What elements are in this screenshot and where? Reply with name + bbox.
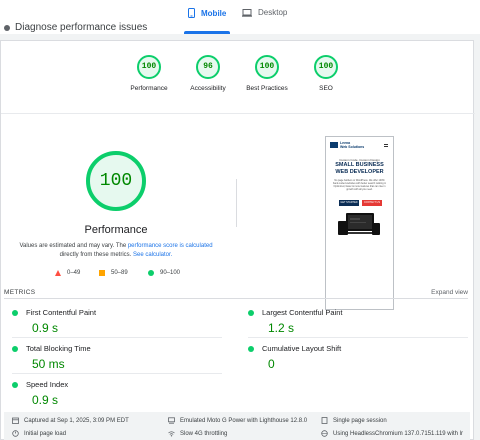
metric-cls: Cumulative Layout Shift 0 [248, 344, 448, 371]
metric-value: 1.2 s [268, 321, 295, 335]
final-screenshot: Leena Web Solutions Custom Code, Custom D… [325, 136, 394, 310]
metric-name: Cumulative Layout Shift [262, 344, 342, 353]
pass-circle-icon [12, 345, 18, 352]
calculator-link[interactable]: See calculator. [133, 252, 172, 258]
performance-title: Performance [84, 224, 148, 236]
logo-mark-icon [330, 142, 338, 148]
device-text: Emulated Moto G Power with Lighthouse 12… [180, 417, 308, 424]
bullet-icon [4, 24, 10, 31]
captured-at: Captured at Sep 1, 2025, 3:09 PM EDT [12, 417, 129, 424]
throttling: Slow 4G throttling [168, 430, 227, 437]
row-divider [12, 373, 222, 374]
triangle-icon [55, 270, 61, 276]
score-gauge: 100 [314, 55, 338, 79]
calendar-icon [12, 417, 19, 424]
tab-mobile-label: Mobile [201, 8, 227, 18]
metric-si: Speed Index 0.9 s [12, 380, 212, 407]
captured-text: Captured at Sep 1, 2025, 3:09 PM EDT [24, 417, 129, 424]
metric-name: First Contentful Paint [26, 308, 97, 317]
score-gauge: 96 [196, 55, 220, 79]
hamburger-icon [384, 144, 388, 147]
score-gauge: 100 [255, 55, 279, 79]
metric-value: 0.9 s [32, 393, 59, 407]
site-body: No page builders or WordPress. We offer … [332, 179, 387, 191]
initial-text: Initial page load [24, 430, 67, 437]
session-text: Single page session [333, 417, 387, 424]
performance-note: Values are estimated and may vary. The p… [15, 242, 217, 260]
site-cta-primary: GET STARTED [339, 200, 359, 206]
pass-circle-icon [248, 345, 254, 352]
legend-range: 50–89 [111, 270, 128, 276]
metric-name: Total Blocking Time [26, 344, 91, 353]
square-icon [99, 270, 105, 276]
timer-icon [12, 430, 19, 437]
legend-range: 90–100 [160, 270, 181, 276]
devices-illustration [338, 213, 380, 235]
site-cta-secondary: CONTACT US [362, 200, 382, 206]
note-text: Values are estimated and may vary. The [19, 243, 128, 249]
circle-icon [148, 270, 154, 276]
category-label: SEO [319, 85, 333, 92]
metric-tbt: Total Blocking Time 50 ms [12, 344, 212, 371]
initial-load: Initial page load [12, 430, 66, 437]
tab-mobile[interactable]: Mobile [188, 8, 226, 18]
row-divider [248, 337, 468, 338]
metric-name: Largest Contentful Paint [262, 308, 343, 317]
site-logo: Leena Web Solutions [330, 141, 364, 149]
score-calculated-link[interactable]: performance score is calculated [128, 243, 213, 249]
mobile-icon [188, 8, 195, 18]
note-text-mid: directly from these metrics. [59, 252, 133, 258]
legend-pass: 90–100 [148, 270, 180, 276]
diagnose-heading: Diagnose performance issues [4, 22, 147, 33]
metrics-divider [4, 298, 468, 299]
session: Single page session [321, 417, 387, 424]
browser-version: Using HeadlessChromium 137.0.7151.119 wi… [321, 430, 463, 437]
top-bar: Diagnose performance issues Mobile Deskt… [0, 0, 480, 34]
browser-text: Using HeadlessChromium 137.0.7151.119 wi… [333, 430, 463, 437]
metric-value: 50 ms [32, 357, 65, 371]
score-gauge: 100 [137, 55, 161, 79]
tab-desktop[interactable]: Desktop [242, 8, 287, 17]
performance-gauge: 100 [86, 151, 146, 211]
diagnose-text: Diagnose performance issues [15, 22, 148, 33]
desktop-icon [242, 8, 252, 17]
emulated-device: Emulated Moto G Power with Lighthouse 12… [168, 417, 307, 424]
globe-icon [321, 430, 328, 437]
pass-circle-icon [248, 309, 254, 316]
metric-fcp: First Contentful Paint 0.9 s [12, 308, 212, 335]
divider [1, 113, 475, 114]
expand-view-link[interactable]: Expand view [431, 289, 468, 296]
pass-circle-icon [12, 381, 18, 388]
tab-desktop-label: Desktop [258, 8, 288, 17]
category-seo[interactable]: 100 SEO [286, 55, 366, 92]
site-heading: SMALL BUSINESS WEB DEVELOPER [335, 162, 384, 175]
legend-range: 0–49 [67, 270, 81, 276]
metric-lcp: Largest Contentful Paint 1.2 s [248, 308, 448, 335]
document-icon [321, 417, 328, 424]
wifi-icon [168, 431, 175, 437]
legend-fail: 0–49 [55, 270, 80, 276]
vertical-divider [236, 179, 237, 227]
pass-circle-icon [12, 309, 18, 316]
metric-value: 0.9 s [32, 321, 59, 335]
logo-line2: Web Solutions [340, 145, 365, 149]
active-tab-indicator [184, 31, 230, 34]
row-divider [12, 337, 222, 338]
metrics-header: METRICS [4, 289, 36, 296]
device-icon [168, 417, 175, 424]
legend-average: 50–89 [99, 270, 128, 276]
metric-value: 0 [268, 357, 275, 371]
metric-name: Speed Index [26, 380, 69, 389]
throttle-text: Slow 4G throttling [180, 430, 228, 437]
runtime-settings: Captured at Sep 1, 2025, 3:09 PM EDT Ini… [4, 412, 470, 440]
